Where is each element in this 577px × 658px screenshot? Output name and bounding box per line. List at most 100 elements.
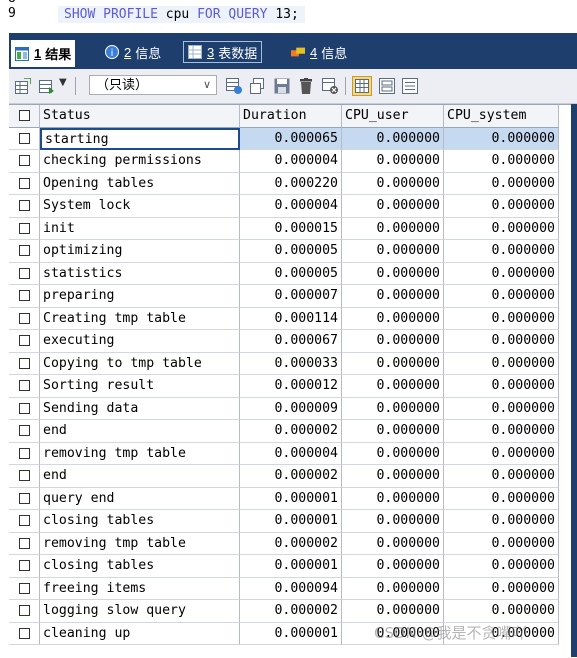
duplicate-row-icon[interactable] — [250, 78, 266, 94]
cell-status[interactable]: removing tmp table — [40, 532, 240, 555]
cell-duration[interactable]: 0.000001 — [240, 622, 342, 645]
save-icon[interactable] — [274, 78, 290, 94]
table-row[interactable]: init 0.000015 0.000000 0.000000 — [9, 217, 571, 240]
cell-cpu-system[interactable]: 0.000000 — [444, 127, 559, 150]
row-checkbox[interactable] — [9, 532, 40, 555]
row-checkbox[interactable] — [9, 240, 40, 263]
cell-duration[interactable]: 0.000004 — [240, 442, 342, 465]
cell-duration[interactable]: 0.000001 — [240, 510, 342, 533]
row-checkbox[interactable] — [9, 487, 40, 510]
cell-cpu-system[interactable]: 0.000000 — [444, 307, 559, 330]
cell-status[interactable]: end — [40, 465, 240, 488]
query-line[interactable]: SHOW PROFILE cpu FOR QUERY 13; — [58, 6, 305, 23]
table-row[interactable]: preparing 0.000007 0.000000 0.000000 — [9, 285, 571, 308]
cell-cpu-system[interactable]: 0.000000 — [444, 352, 559, 375]
cell-status[interactable]: preparing — [40, 285, 240, 308]
cell-cpu-user[interactable]: 0.000000 — [342, 217, 444, 240]
cell-cpu-user[interactable]: 0.000000 — [342, 127, 444, 150]
table-row[interactable]: System lock 0.000004 0.000000 0.000000 — [9, 195, 571, 218]
cell-duration[interactable]: 0.000012 — [240, 375, 342, 398]
cell-duration[interactable]: 0.000220 — [240, 172, 342, 195]
cell-cpu-system[interactable]: 0.000000 — [444, 150, 559, 173]
cell-cpu-system[interactable]: 0.000000 — [444, 397, 559, 420]
tab-messages[interactable]: 4 信息 — [287, 41, 351, 63]
row-checkbox[interactable] — [9, 442, 40, 465]
sql-editor[interactable]: 8 9 SHOW PROFILE cpu FOR QUERY 13; — [0, 0, 577, 31]
cell-cpu-user[interactable]: 0.000000 — [342, 532, 444, 555]
cell-cpu-system[interactable]: 0.000000 — [444, 262, 559, 285]
cell-status[interactable]: freeing items — [40, 577, 240, 600]
column-header-cpu-system[interactable]: CPU_system — [444, 105, 559, 128]
row-checkbox[interactable] — [9, 577, 40, 600]
cell-status[interactable]: init — [40, 217, 240, 240]
cell-status[interactable]: logging slow query — [40, 600, 240, 623]
row-checkbox[interactable] — [9, 420, 40, 443]
row-checkbox[interactable] — [9, 262, 40, 285]
table-row[interactable]: closing tables 0.000001 0.000000 0.000000 — [9, 510, 571, 533]
cell-duration[interactable]: 0.000114 — [240, 307, 342, 330]
cell-cpu-user[interactable]: 0.000000 — [342, 420, 444, 443]
row-checkbox[interactable] — [9, 555, 40, 578]
row-checkbox[interactable] — [9, 622, 40, 645]
table-row[interactable]: Sending data 0.000009 0.000000 0.000000 — [9, 397, 571, 420]
delete-icon[interactable] — [298, 78, 314, 94]
tab-table-data[interactable]: 3 表数据 — [183, 41, 263, 63]
cell-cpu-system[interactable]: 0.000000 — [444, 465, 559, 488]
table-row[interactable]: query end 0.000001 0.000000 0.000000 — [9, 487, 571, 510]
row-checkbox[interactable] — [9, 195, 40, 218]
cell-duration[interactable]: 0.000002 — [240, 465, 342, 488]
cell-status[interactable]: System lock — [40, 195, 240, 218]
cell-cpu-system[interactable]: 0.000000 — [444, 195, 559, 218]
cell-status[interactable]: statistics — [40, 262, 240, 285]
cell-duration[interactable]: 0.000094 — [240, 577, 342, 600]
add-row-icon[interactable] — [226, 78, 242, 94]
cell-status[interactable]: checking permissions — [40, 150, 240, 173]
cell-cpu-system[interactable]: 0.000000 — [444, 330, 559, 353]
cell-status[interactable]: closing tables — [40, 510, 240, 533]
table-row[interactable]: logging slow query 0.000002 0.000000 0.0000… — [9, 600, 571, 623]
cell-cpu-user[interactable]: 0.000000 — [342, 172, 444, 195]
cell-duration[interactable]: 0.000009 — [240, 397, 342, 420]
row-checkbox[interactable] — [9, 307, 40, 330]
table-row[interactable]: checking permissions 0.000004 0.000000 0.00… — [9, 150, 571, 173]
cell-duration[interactable]: 0.000004 — [240, 150, 342, 173]
cell-cpu-user[interactable]: 0.000000 — [342, 600, 444, 623]
row-checkbox[interactable] — [9, 465, 40, 488]
cell-status[interactable]: closing tables — [40, 555, 240, 578]
table-row[interactable]: starting 0.000065 0.000000 0.000000 — [9, 127, 571, 150]
tab-result[interactable]: 1 结果 — [11, 40, 76, 67]
column-header-status[interactable]: Status — [40, 105, 240, 128]
cell-cpu-system[interactable]: 0.000000 — [444, 487, 559, 510]
cell-cpu-user[interactable]: 0.000000 — [342, 510, 444, 533]
cell-duration[interactable]: 0.000002 — [240, 600, 342, 623]
cell-status[interactable]: cleaning up — [40, 622, 240, 645]
table-row[interactable]: closing tables 0.000001 0.000000 0.000000 — [9, 555, 571, 578]
cell-cpu-system[interactable]: 0.000000 — [444, 240, 559, 263]
form-view-icon[interactable] — [379, 78, 395, 94]
export-grid-icon[interactable] — [15, 78, 31, 94]
table-row[interactable]: statistics 0.000005 0.000000 0.000000 — [9, 262, 571, 285]
cell-duration[interactable]: 0.000005 — [240, 240, 342, 263]
table-row[interactable]: Opening tables 0.000220 0.000000 0.000000 — [9, 172, 571, 195]
cell-status[interactable]: Opening tables — [40, 172, 240, 195]
table-row[interactable]: freeing items 0.000094 0.000000 0.000000 — [9, 577, 571, 600]
table-row[interactable]: Copying to tmp table 0.000033 0.000000 0.00… — [9, 352, 571, 375]
cell-cpu-user[interactable]: 0.000000 — [342, 375, 444, 398]
cell-cpu-user[interactable]: 0.000000 — [342, 487, 444, 510]
cell-duration[interactable]: 0.000015 — [240, 217, 342, 240]
row-checkbox[interactable] — [9, 375, 40, 398]
cell-duration[interactable]: 0.000001 — [240, 555, 342, 578]
cell-cpu-system[interactable]: 0.000000 — [444, 172, 559, 195]
cell-cpu-system[interactable]: 0.000000 — [444, 577, 559, 600]
cell-cpu-user[interactable]: 0.000000 — [342, 330, 444, 353]
cell-duration[interactable]: 0.000033 — [240, 352, 342, 375]
cell-duration[interactable]: 0.000002 — [240, 532, 342, 555]
row-checkbox[interactable] — [9, 127, 40, 150]
cell-cpu-system[interactable]: 0.000000 — [444, 375, 559, 398]
chevron-down-icon[interactable]: ▼ — [59, 77, 67, 88]
cell-cpu-user[interactable]: 0.000000 — [342, 352, 444, 375]
cell-status[interactable]: query end — [40, 487, 240, 510]
column-header-duration[interactable]: Duration — [240, 105, 342, 128]
cell-cpu-user[interactable]: 0.000000 — [342, 285, 444, 308]
read-only-mode-select[interactable]: （只读） ∨ — [89, 75, 217, 95]
